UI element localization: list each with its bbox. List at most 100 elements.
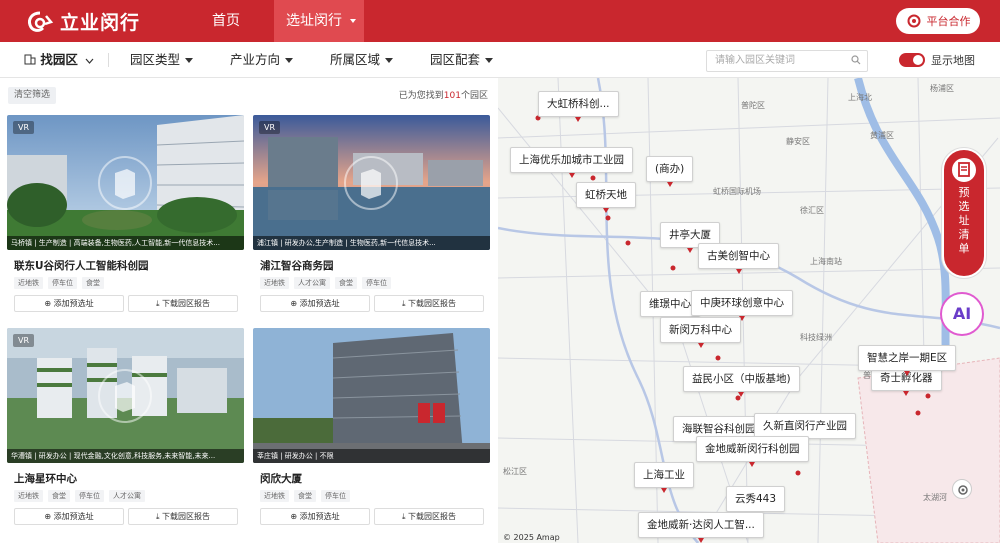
- park-title[interactable]: 联东U谷闵行人工智能科创园: [14, 258, 149, 273]
- park-card[interactable]: VR 华漕镇 | 研发办公 | 现代金融,文化创意,科技服务,未来智能,未来..…: [7, 328, 244, 528]
- amenity-chips: 近地铁 人才公寓 食堂 停车位: [260, 277, 391, 289]
- map-park-marker[interactable]: 新闵万科中心: [660, 317, 741, 348]
- ai-assistant-button[interactable]: AI: [940, 292, 984, 336]
- map-park-marker[interactable]: 金地威新·达闵人工智...: [638, 512, 764, 543]
- map-view[interactable]: 普陀区 杨浦区 上海北 黄浦区 静安区 虹桥国际机场 徐汇区 上海南站 松江区 …: [498, 78, 1000, 543]
- park-card[interactable]: VR 浦江镇 | 研发办公,生产制造 | 生物医药,新一代信息技术... 浦江智…: [253, 115, 490, 315]
- map-park-marker[interactable]: 中庚环球创意中心: [691, 290, 793, 321]
- add-preselect-button[interactable]: ⊕ 添加预选址: [260, 508, 370, 525]
- nav-site-selection-label: 选址闵行: [286, 13, 342, 29]
- preselect-list-button[interactable]: 预选址清单: [942, 148, 986, 278]
- brand-logo-icon: [28, 11, 54, 32]
- result-count: 已为您找到101个园区: [399, 88, 488, 101]
- download-report-label: 下载园区报告: [162, 299, 211, 308]
- vr-badge: VR: [13, 334, 35, 347]
- park-type-label: 园区类型: [130, 52, 181, 67]
- add-preselect-button[interactable]: ⊕ 添加预选址: [14, 295, 124, 312]
- map-park-marker[interactable]: 益民小区（中版基地): [683, 366, 800, 397]
- add-preselect-button[interactable]: ⊕ 添加预选址: [260, 295, 370, 312]
- vr-view-icon[interactable]: [343, 155, 399, 211]
- park-card[interactable]: 莘庄镇 | 研发办公 | 不限 闵欣大厦 近地铁 食堂 停车位 ⊕ 添加预选址 …: [253, 328, 490, 528]
- map-park-marker[interactable]: 智慧之岸一期E区: [858, 345, 957, 376]
- count-suffix: 个园区: [460, 91, 488, 101]
- map-park-marker[interactable]: 上海工业: [634, 462, 694, 493]
- chevron-down-icon: [85, 58, 94, 64]
- vr-view-icon[interactable]: [97, 155, 153, 211]
- amenity-chip: 食堂: [335, 277, 357, 289]
- add-preselect-label: 添加预选址: [299, 299, 340, 308]
- map-park-marker[interactable]: 古美创智中心: [698, 243, 779, 274]
- find-park-dropdown[interactable]: 找园区: [24, 42, 94, 78]
- download-icon: ⤓: [401, 299, 406, 308]
- park-type-dropdown[interactable]: 园区类型: [130, 42, 194, 78]
- amenities-label: 园区配套: [430, 52, 481, 67]
- map-place-name: 普陀区: [741, 101, 765, 110]
- amenity-chip: 停车位: [48, 277, 77, 289]
- add-preselect-label: 添加预选址: [53, 512, 94, 521]
- amenity-chip: 食堂: [48, 490, 70, 502]
- map-place-name: 徐汇区: [800, 206, 824, 215]
- park-photo[interactable]: VR 浦江镇 | 研发办公,生产制造 | 生物医药,新一代信息技术...: [253, 115, 490, 250]
- download-report-button[interactable]: ⤓ 下载园区报告: [128, 508, 238, 525]
- map-park-marker[interactable]: 大虹桥科创...: [538, 91, 619, 122]
- map-park-marker[interactable]: (商办): [646, 156, 694, 187]
- amenity-chips: 近地铁 食堂 停车位 人才公寓: [14, 490, 145, 502]
- caret-down-icon: [485, 58, 494, 63]
- nav-site-selection[interactable]: 选址闵行: [274, 0, 364, 42]
- find-park-label: 找园区: [40, 52, 78, 67]
- map-place-name: 松江区: [503, 467, 527, 476]
- park-photo[interactable]: VR 华漕镇 | 研发办公 | 现代金融,文化创意,科技服务,未来智能,未来..…: [7, 328, 244, 463]
- industry-dropdown[interactable]: 产业方向: [230, 42, 294, 78]
- nav-home[interactable]: 首页: [200, 0, 252, 42]
- add-circle-icon: ⊕: [44, 512, 52, 521]
- map-place-name: 黄浦区: [870, 131, 894, 140]
- map-place-name: 上海南站: [810, 257, 842, 266]
- show-map-label: 显示地图: [931, 54, 975, 67]
- map-park-marker[interactable]: 云秀443: [726, 486, 786, 517]
- map-attribution: © 2025 Amap: [503, 533, 560, 542]
- park-card[interactable]: VR 马桥镇 | 生产制造 | 高端装备,生物医药,人工智能,新一代信息技术..…: [7, 115, 244, 315]
- search-icon[interactable]: [851, 55, 861, 65]
- download-report-button[interactable]: ⤓ 下载园区报告: [374, 508, 484, 525]
- download-report-button[interactable]: ⤓ 下载园区报告: [374, 295, 484, 312]
- download-icon: ⤓: [401, 512, 406, 521]
- amenity-chips: 近地铁 食堂 停车位: [260, 490, 350, 502]
- divider: [108, 53, 109, 67]
- amenity-chip: 人才公寓: [109, 490, 145, 502]
- park-search-input[interactable]: 请输入园区关键词: [706, 50, 868, 72]
- park-title[interactable]: 浦江智谷商务园: [260, 258, 334, 273]
- amenity-chip: 食堂: [294, 490, 316, 502]
- show-map-toggle[interactable]: [899, 53, 925, 67]
- map-place-name: 虹桥国际机场: [713, 187, 761, 196]
- amenity-chip: 近地铁: [14, 490, 43, 502]
- map-place-name: 静安区: [786, 137, 810, 146]
- download-report-button[interactable]: ⤓ 下载园区报告: [128, 295, 238, 312]
- region-label: 所属区域: [330, 52, 381, 67]
- amenities-dropdown[interactable]: 园区配套: [430, 42, 494, 78]
- platform-partner-button[interactable]: 平台合作: [896, 8, 980, 34]
- park-photo[interactable]: VR 马桥镇 | 生产制造 | 高端装备,生物医药,人工智能,新一代信息技术..…: [7, 115, 244, 250]
- park-title[interactable]: 闵欣大厦: [260, 471, 302, 486]
- map-park-marker[interactable]: 上海优乐加城市工业园: [510, 147, 633, 178]
- map-park-marker[interactable]: 虹桥天地: [576, 182, 636, 213]
- add-preselect-label: 添加预选址: [53, 299, 94, 308]
- clear-filters-button[interactable]: 清空筛选: [8, 87, 57, 104]
- partner-icon: [907, 14, 920, 28]
- park-tags: 华漕镇 | 研发办公 | 现代金融,文化创意,科技服务,未来智能,未来...: [7, 449, 244, 463]
- building-icon: [24, 54, 36, 65]
- document-icon: [952, 158, 976, 182]
- park-photo[interactable]: 莘庄镇 | 研发办公 | 不限: [253, 328, 490, 463]
- map-park-marker[interactable]: 金地威新闵行科创园: [696, 436, 809, 467]
- vr-badge: VR: [259, 121, 281, 134]
- vr-view-icon[interactable]: [97, 368, 153, 424]
- locate-icon[interactable]: [952, 479, 972, 499]
- brand-logo[interactable]: 立业闵行: [26, 8, 140, 35]
- region-dropdown[interactable]: 所属区域: [330, 42, 394, 78]
- amenity-chip: 停车位: [75, 490, 104, 502]
- brand-name: 立业闵行: [60, 12, 141, 34]
- add-preselect-button[interactable]: ⊕ 添加预选址: [14, 508, 124, 525]
- park-title[interactable]: 上海星环中心: [14, 471, 77, 486]
- platform-partner-label: 平台合作: [926, 15, 971, 28]
- amenity-chip: 近地铁: [260, 490, 289, 502]
- caret-down-icon: [385, 58, 394, 63]
